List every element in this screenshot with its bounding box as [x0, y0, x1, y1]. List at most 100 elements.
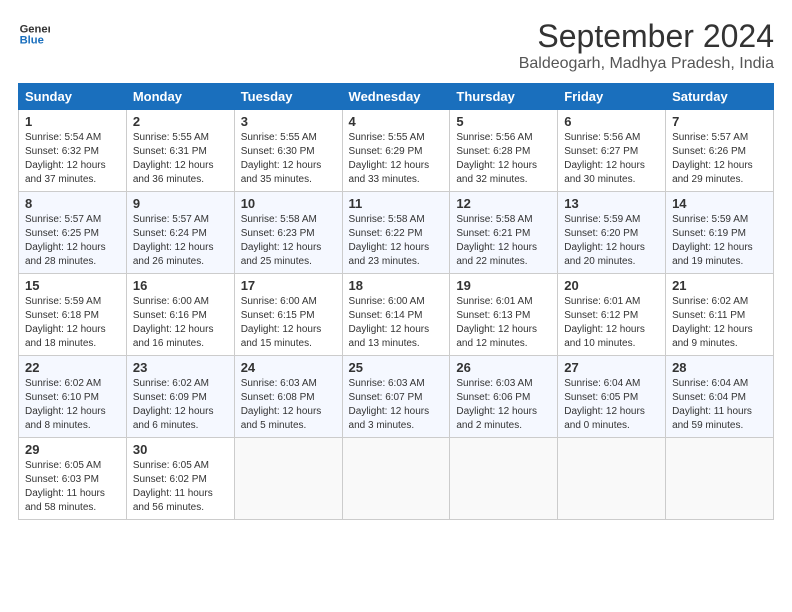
list-item: 1 Sunrise: 5:54 AM Sunset: 6:32 PM Daylig…	[19, 110, 127, 192]
day-info: Sunrise: 5:56 AM Sunset: 6:27 PM Dayligh…	[564, 131, 659, 187]
day-number: 2	[133, 114, 228, 129]
day-info: Sunrise: 6:04 AM Sunset: 6:05 PM Dayligh…	[564, 377, 659, 433]
list-item	[558, 438, 666, 520]
day-info: Sunrise: 6:00 AM Sunset: 6:15 PM Dayligh…	[241, 295, 336, 351]
day-number: 11	[349, 196, 444, 211]
day-info: Sunrise: 5:59 AM Sunset: 6:18 PM Dayligh…	[25, 295, 120, 351]
table-row: 22 Sunrise: 6:02 AM Sunset: 6:10 PM Dayli…	[19, 356, 774, 438]
col-wednesday: Wednesday	[342, 84, 450, 110]
list-item: 8 Sunrise: 5:57 AM Sunset: 6:25 PM Daylig…	[19, 192, 127, 274]
list-item	[450, 438, 558, 520]
list-item: 7 Sunrise: 5:57 AM Sunset: 6:26 PM Daylig…	[666, 110, 774, 192]
list-item: 28 Sunrise: 6:04 AM Sunset: 6:04 PM Dayli…	[666, 356, 774, 438]
day-info: Sunrise: 5:54 AM Sunset: 6:32 PM Dayligh…	[25, 131, 120, 187]
list-item: 2 Sunrise: 5:55 AM Sunset: 6:31 PM Daylig…	[126, 110, 234, 192]
day-info: Sunrise: 5:56 AM Sunset: 6:28 PM Dayligh…	[456, 131, 551, 187]
col-sunday: Sunday	[19, 84, 127, 110]
day-number: 27	[564, 360, 659, 375]
day-number: 4	[349, 114, 444, 129]
page: General Blue September 2024 Baldeogarh, …	[0, 0, 792, 530]
list-item: 10 Sunrise: 5:58 AM Sunset: 6:23 PM Dayli…	[234, 192, 342, 274]
list-item: 13Sunrise: 5:59 AM Sunset: 6:20 PM Dayli…	[558, 192, 666, 274]
svg-text:Blue: Blue	[20, 35, 44, 47]
day-info: Sunrise: 6:02 AM Sunset: 6:09 PM Dayligh…	[133, 377, 228, 433]
list-item: 16Sunrise: 6:00 AM Sunset: 6:16 PM Dayli…	[126, 274, 234, 356]
day-number: 17	[241, 278, 336, 293]
list-item: 29 Sunrise: 6:05 AM Sunset: 6:03 PM Dayli…	[19, 438, 127, 520]
day-number: 23	[133, 360, 228, 375]
list-item: 12 Sunrise: 5:58 AM Sunset: 6:21 PM Dayli…	[450, 192, 558, 274]
list-item: 17 Sunrise: 6:00 AM Sunset: 6:15 PM Dayli…	[234, 274, 342, 356]
day-number: 7	[672, 114, 767, 129]
day-info: Sunrise: 6:03 AM Sunset: 6:06 PM Dayligh…	[456, 377, 551, 433]
list-item	[666, 438, 774, 520]
list-item: 14 Sunrise: 5:59 AM Sunset: 6:19 PM Dayli…	[666, 192, 774, 274]
day-info: Sunrise: 5:57 AM Sunset: 6:24 PM Dayligh…	[133, 213, 228, 269]
list-item: 24 Sunrise: 6:03 AM Sunset: 6:08 PM Dayli…	[234, 356, 342, 438]
day-info: Sunrise: 5:58 AM Sunset: 6:23 PM Dayligh…	[241, 213, 336, 269]
day-number: 9	[133, 196, 228, 211]
list-item: 9 Sunrise: 5:57 AM Sunset: 6:24 PM Daylig…	[126, 192, 234, 274]
day-number: 8	[25, 196, 120, 211]
list-item: 27 Sunrise: 6:04 AM Sunset: 6:05 PM Dayli…	[558, 356, 666, 438]
day-number: 6	[564, 114, 659, 129]
table-row: 29 Sunrise: 6:05 AM Sunset: 6:03 PM Dayli…	[19, 438, 774, 520]
list-item: 6 Sunrise: 5:56 AM Sunset: 6:27 PM Daylig…	[558, 110, 666, 192]
col-tuesday: Tuesday	[234, 84, 342, 110]
calendar-table: Sunday Monday Tuesday Wednesday Thursday…	[18, 83, 774, 520]
day-number: 14	[672, 196, 767, 211]
day-info: Sunrise: 6:00 AM Sunset: 6:16 PM Dayligh…	[133, 295, 228, 351]
day-info: Sunrise: 5:57 AM Sunset: 6:26 PM Dayligh…	[672, 131, 767, 187]
day-number: 20	[564, 278, 659, 293]
day-number: 29	[25, 442, 120, 457]
day-number: 12	[456, 196, 551, 211]
list-item: 30 Sunrise: 6:05 AM Sunset: 6:02 PM Dayli…	[126, 438, 234, 520]
subtitle: Baldeogarh, Madhya Pradesh, India	[519, 55, 774, 73]
title-area: September 2024 Baldeogarh, Madhya Prades…	[519, 18, 774, 73]
day-number: 30	[133, 442, 228, 457]
list-item: 21Sunrise: 6:02 AM Sunset: 6:11 PM Dayli…	[666, 274, 774, 356]
table-row: 15Sunrise: 5:59 AM Sunset: 6:18 PM Dayli…	[19, 274, 774, 356]
day-info: Sunrise: 5:57 AM Sunset: 6:25 PM Dayligh…	[25, 213, 120, 269]
table-row: 1 Sunrise: 5:54 AM Sunset: 6:32 PM Daylig…	[19, 110, 774, 192]
day-number: 22	[25, 360, 120, 375]
list-item: 26Sunrise: 6:03 AM Sunset: 6:06 PM Dayli…	[450, 356, 558, 438]
list-item: 19Sunrise: 6:01 AM Sunset: 6:13 PM Dayli…	[450, 274, 558, 356]
day-info: Sunrise: 6:01 AM Sunset: 6:13 PM Dayligh…	[456, 295, 551, 351]
day-number: 1	[25, 114, 120, 129]
svg-text:General: General	[20, 23, 50, 35]
list-item: 11 Sunrise: 5:58 AM Sunset: 6:22 PM Dayli…	[342, 192, 450, 274]
list-item: 3Sunrise: 5:55 AM Sunset: 6:30 PM Daylig…	[234, 110, 342, 192]
list-item: 23 Sunrise: 6:02 AM Sunset: 6:09 PM Dayli…	[126, 356, 234, 438]
logo-icon: General Blue	[18, 18, 50, 50]
day-number: 28	[672, 360, 767, 375]
day-info: Sunrise: 6:05 AM Sunset: 6:02 PM Dayligh…	[133, 459, 228, 515]
day-info: Sunrise: 5:58 AM Sunset: 6:21 PM Dayligh…	[456, 213, 551, 269]
day-number: 5	[456, 114, 551, 129]
day-info: Sunrise: 5:55 AM Sunset: 6:29 PM Dayligh…	[349, 131, 444, 187]
day-number: 3	[241, 114, 336, 129]
day-info: Sunrise: 6:02 AM Sunset: 6:10 PM Dayligh…	[25, 377, 120, 433]
day-info: Sunrise: 5:55 AM Sunset: 6:31 PM Dayligh…	[133, 131, 228, 187]
header-row: Sunday Monday Tuesday Wednesday Thursday…	[19, 84, 774, 110]
day-info: Sunrise: 5:58 AM Sunset: 6:22 PM Dayligh…	[349, 213, 444, 269]
list-item	[234, 438, 342, 520]
main-title: September 2024	[519, 18, 774, 55]
list-item: 15Sunrise: 5:59 AM Sunset: 6:18 PM Dayli…	[19, 274, 127, 356]
day-number: 24	[241, 360, 336, 375]
day-info: Sunrise: 6:03 AM Sunset: 6:07 PM Dayligh…	[349, 377, 444, 433]
day-info: Sunrise: 5:59 AM Sunset: 6:19 PM Dayligh…	[672, 213, 767, 269]
day-info: Sunrise: 6:04 AM Sunset: 6:04 PM Dayligh…	[672, 377, 767, 433]
day-number: 18	[349, 278, 444, 293]
list-item: 20Sunrise: 6:01 AM Sunset: 6:12 PM Dayli…	[558, 274, 666, 356]
table-row: 8 Sunrise: 5:57 AM Sunset: 6:25 PM Daylig…	[19, 192, 774, 274]
list-item: 22 Sunrise: 6:02 AM Sunset: 6:10 PM Dayli…	[19, 356, 127, 438]
day-number: 10	[241, 196, 336, 211]
day-info: Sunrise: 5:59 AM Sunset: 6:20 PM Dayligh…	[564, 213, 659, 269]
day-info: Sunrise: 6:05 AM Sunset: 6:03 PM Dayligh…	[25, 459, 120, 515]
col-monday: Monday	[126, 84, 234, 110]
day-info: Sunrise: 6:03 AM Sunset: 6:08 PM Dayligh…	[241, 377, 336, 433]
list-item: 25Sunrise: 6:03 AM Sunset: 6:07 PM Dayli…	[342, 356, 450, 438]
col-friday: Friday	[558, 84, 666, 110]
logo: General Blue	[18, 18, 50, 50]
